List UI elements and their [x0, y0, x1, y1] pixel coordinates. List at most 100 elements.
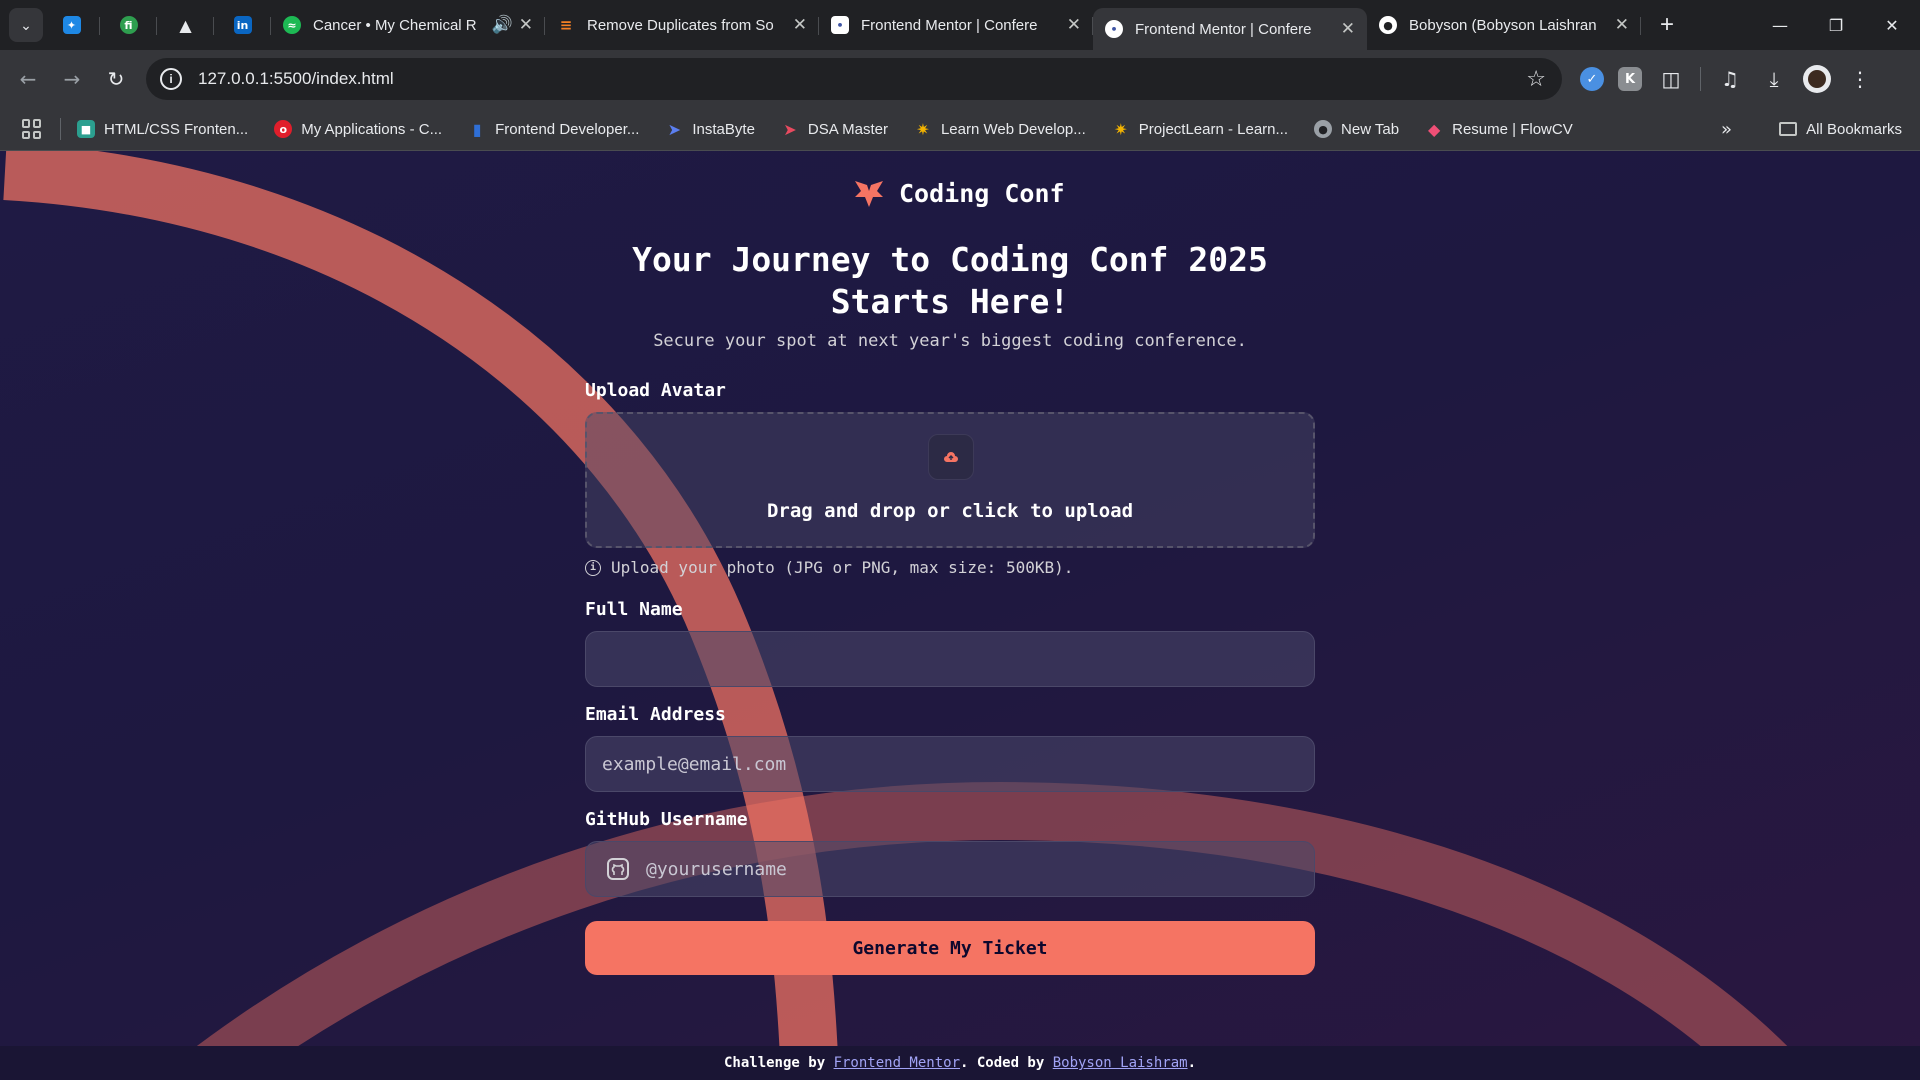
- bookmarks-bar: ■ HTML/CSS Fronten... o My Applications - …: [0, 108, 1920, 151]
- bookmark-item[interactable]: ■ HTML/CSS Fronten...: [77, 120, 248, 138]
- tab-title: Frontend Mentor | Confere: [1135, 20, 1312, 38]
- bookmark-favicon-icon: ■: [77, 120, 95, 138]
- reload-button[interactable]: ↻: [94, 57, 138, 101]
- upload-avatar-label: Upload Avatar: [585, 380, 726, 401]
- page-title-line-2: Starts Here!: [830, 282, 1070, 321]
- bookmark-item[interactable]: ➤ DSA Master: [781, 120, 888, 139]
- close-window-icon[interactable]: ✕: [1864, 0, 1920, 50]
- upload-hint-text: Upload your photo (JPG or PNG, max size:…: [611, 558, 1074, 577]
- arrow-left-icon: ←: [19, 67, 37, 91]
- bookmark-label: DSA Master: [807, 120, 888, 138]
- github-username-label: GitHub Username: [585, 809, 748, 830]
- bookmark-favicon-icon: o: [274, 120, 293, 138]
- github-username-input[interactable]: [585, 841, 1315, 897]
- bookmark-label: Learn Web Develop...: [940, 120, 1086, 138]
- email-input[interactable]: [585, 736, 1315, 792]
- page-title-line-1: Your Journey to Coding Conf 2025: [632, 240, 1268, 279]
- frontend-hub-icon: fi: [119, 16, 138, 34]
- profile-avatar[interactable]: [1803, 65, 1831, 93]
- extension-icon-gray[interactable]: K: [1618, 67, 1642, 91]
- bookmark-item[interactable]: ● New Tab: [1314, 120, 1399, 138]
- generate-ticket-button[interactable]: Generate My Ticket: [585, 921, 1315, 975]
- tab-stackoverflow[interactable]: ≡ Remove Duplicates from So ✕: [545, 0, 819, 50]
- bookmark-item[interactable]: ✷ Learn Web Develop...: [914, 120, 1086, 139]
- bookmark-favicon-icon: ▮: [472, 119, 482, 139]
- bookmark-item[interactable]: ▮ Frontend Developer...: [468, 119, 640, 139]
- tab-frontend-mentor-active[interactable]: • Frontend Mentor | Confere ✕: [1093, 8, 1367, 50]
- tab-github[interactable]: ● Bobyson (Bobyson Laishran ✕: [1367, 0, 1641, 50]
- url-text[interactable]: 127.0.0.1:5500/index.html: [198, 69, 394, 89]
- close-tab-icon[interactable]: ✕: [1615, 15, 1629, 35]
- tab-title: Frontend Mentor | Confere: [861, 16, 1038, 34]
- spotify-icon: ≈: [283, 16, 301, 34]
- chevron-double-right-icon[interactable]: »: [1721, 119, 1732, 140]
- close-tab-icon[interactable]: ✕: [1341, 19, 1355, 39]
- avatar-dropzone[interactable]: Drag and drop or click to upload: [585, 412, 1315, 548]
- all-bookmarks-button[interactable]: All Bookmarks: [1779, 121, 1902, 138]
- extension-icon-blue[interactable]: ✓: [1580, 67, 1604, 91]
- address-bar[interactable]: i 127.0.0.1:5500/index.html ☆: [146, 58, 1562, 100]
- frontend-mentor-link[interactable]: Frontend Mentor: [834, 1055, 960, 1071]
- speaker-icon[interactable]: 🔊: [492, 15, 513, 35]
- pinned-tab-3[interactable]: ▲: [157, 0, 214, 50]
- media-control-icon[interactable]: ♫: [1715, 67, 1745, 91]
- footer-prefix: Challenge by: [723, 1055, 834, 1071]
- site-info-icon[interactable]: i: [160, 68, 182, 90]
- linkedin-icon: in: [233, 16, 252, 34]
- close-tab-icon[interactable]: ✕: [519, 15, 533, 35]
- site-logo[interactable]: Coding Conf: [853, 177, 1065, 209]
- back-button[interactable]: ←: [6, 57, 50, 101]
- author-link[interactable]: Bobyson Laishram: [1053, 1055, 1188, 1071]
- page-subtitle: Secure your spot at next year's biggest …: [653, 331, 1247, 351]
- footer: Challenge by Frontend Mentor . Coded by …: [0, 1046, 1920, 1080]
- bookmark-label: InstaByte: [692, 120, 755, 138]
- email-label: Email Address: [585, 704, 726, 725]
- tab-spotify[interactable]: ≈ Cancer • My Chemical R 🔊 ✕: [271, 0, 545, 50]
- flask-icon: ▲: [179, 15, 192, 35]
- pinned-tab-4[interactable]: in: [214, 0, 271, 50]
- tab-title: Remove Duplicates from So: [587, 16, 774, 34]
- forward-button[interactable]: →: [50, 57, 94, 101]
- bookmark-label: My Applications - C...: [301, 120, 443, 138]
- upload-icon-tile: [928, 434, 974, 480]
- reload-icon: ↻: [107, 67, 125, 91]
- close-tab-icon[interactable]: ✕: [1067, 15, 1081, 35]
- tab-search-button[interactable]: ⌄: [9, 8, 43, 42]
- full-name-input[interactable]: [585, 631, 1315, 687]
- window-controls: — ❐ ✕: [1752, 0, 1920, 50]
- bookmark-item[interactable]: ◆ Resume | FlowCV: [1425, 119, 1573, 139]
- bookmark-star-icon[interactable]: ☆: [1526, 67, 1546, 92]
- bird-icon: ✦: [62, 16, 81, 34]
- browser-toolbar: ← → ↻ i 127.0.0.1:5500/index.html ☆ ✓ K …: [0, 50, 1920, 108]
- bookmark-item[interactable]: o My Applications - C...: [274, 120, 442, 138]
- stackoverflow-icon: ≡: [559, 16, 573, 34]
- pinned-tab-1[interactable]: ✦: [43, 0, 100, 50]
- cloud-upload-icon: [944, 452, 958, 462]
- minimize-icon[interactable]: —: [1752, 0, 1808, 50]
- bookmark-label: Resume | FlowCV: [1452, 120, 1573, 138]
- tab-title: Cancer • My Chemical R: [313, 16, 477, 34]
- chevron-down-icon: ⌄: [20, 16, 32, 33]
- page-title: Your Journey to Coding Conf 2025 Starts …: [585, 239, 1315, 323]
- close-tab-icon[interactable]: ✕: [793, 15, 807, 35]
- apps-grid-icon[interactable]: [22, 119, 42, 139]
- pinned-tab-2[interactable]: fi: [100, 0, 157, 50]
- bookmark-item[interactable]: ✷ ProjectLearn - Learn...: [1112, 120, 1289, 139]
- arrow-right-icon: →: [63, 67, 81, 91]
- bookmark-item[interactable]: ➤ InstaByte: [665, 120, 755, 139]
- new-tab-button[interactable]: +: [1653, 11, 1681, 39]
- puzzle-icon[interactable]: ◫: [1656, 67, 1686, 91]
- bookmark-favicon-icon: ◆: [1427, 119, 1441, 139]
- footer-middle: . Coded by: [960, 1055, 1053, 1071]
- info-icon: i: [585, 559, 601, 576]
- profile-photo: [1808, 70, 1826, 88]
- restore-icon[interactable]: ❐: [1808, 0, 1864, 50]
- bookmark-label: HTML/CSS Fronten...: [104, 120, 249, 138]
- tab-frontend-mentor-1[interactable]: • Frontend Mentor | Confere ✕: [819, 0, 1093, 50]
- github-icon: ●: [1379, 16, 1397, 34]
- bookmark-label: ProjectLearn - Learn...: [1138, 120, 1289, 138]
- frontend-mentor-icon: •: [831, 16, 849, 34]
- download-icon[interactable]: ⤓: [1759, 67, 1789, 91]
- bookmark-label: New Tab: [1341, 120, 1400, 138]
- kebab-menu-icon[interactable]: ⋮: [1845, 67, 1875, 91]
